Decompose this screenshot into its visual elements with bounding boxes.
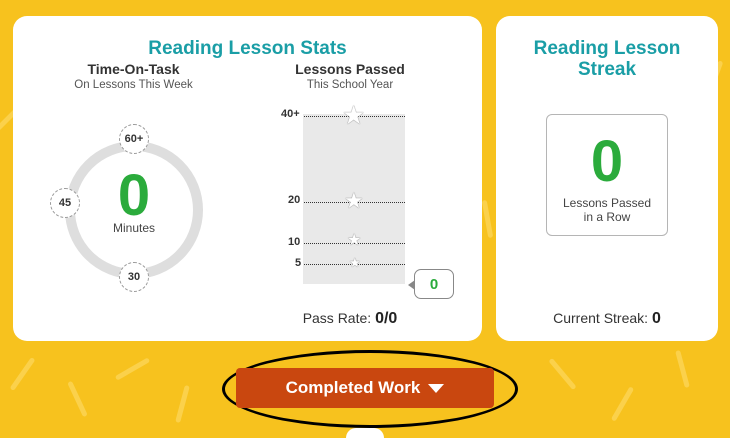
lessons-passed-count: 0 [408, 269, 454, 299]
bottom-tab [346, 428, 384, 438]
pass-rate-value: 0/0 [375, 310, 398, 327]
streak-title-line2: Streak [577, 59, 637, 80]
streak-box: 0 Lessons Passed in a Row [546, 114, 668, 236]
current-streak-label: Current Streak: [553, 310, 649, 326]
current-streak: Current Streak: 0 [496, 310, 718, 328]
gauge-marker-top: 60+ [119, 124, 149, 154]
completed-work-button[interactable]: Completed Work [236, 368, 494, 408]
pass-rate-label: Pass Rate: [302, 310, 372, 326]
star-icon: ★ [347, 232, 362, 249]
tick-label-10: 10 [288, 236, 301, 248]
time-on-task-unit: Minutes [112, 221, 156, 235]
lessons-passed-subheading: This School Year [306, 79, 394, 91]
pass-rate: Pass Rate: 0/0 [275, 310, 425, 328]
gauge-marker-left: 45 [50, 188, 80, 218]
tick-label-20: 20 [288, 194, 301, 206]
star-icon: ★ [344, 188, 364, 213]
completed-work-label: Completed Work [285, 378, 421, 397]
tick-label-40: 40+ [281, 108, 300, 120]
streak-title-line1: Reading Lesson [533, 38, 681, 59]
stats-title: Reading Lesson Stats [148, 38, 347, 59]
lessons-passed-heading: Lessons Passed [295, 61, 405, 77]
streak-caption-line1: Lessons Passed [562, 196, 652, 210]
time-on-task-heading: Time-On-Task [87, 61, 180, 77]
streak-caption-line2: in a Row [583, 210, 631, 224]
time-on-task-value: 0 [117, 163, 151, 228]
streak-value: 0 [590, 129, 624, 194]
tick-label-5: 5 [295, 257, 302, 269]
gauge-marker-bottom: 30 [119, 262, 149, 292]
star-icon: ★ [349, 255, 361, 270]
caret-down-icon [428, 383, 445, 393]
star-icon: ★ [342, 100, 366, 130]
reading-lesson-streak-card: Reading Lesson Streak 0 Lessons Passed i… [496, 16, 718, 341]
reading-lesson-stats-card: Reading Lesson Stats Time-On-Task On Les… [13, 16, 482, 341]
current-streak-value: 0 [651, 310, 661, 327]
time-on-task-subheading: On Lessons This Week [74, 79, 193, 91]
